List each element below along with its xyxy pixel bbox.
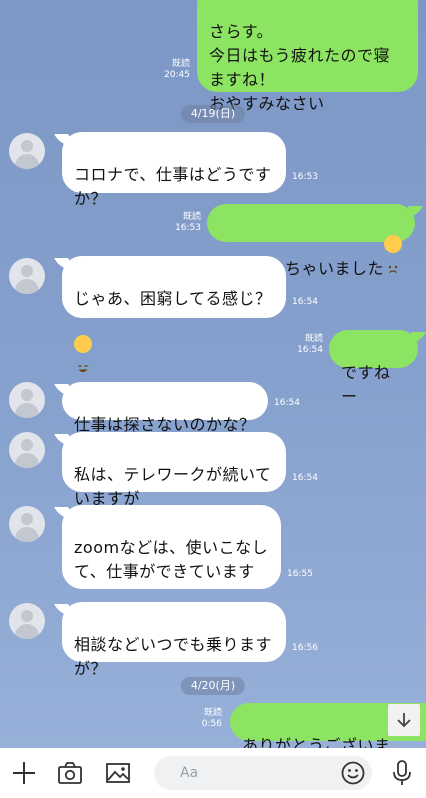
message-meta: 既読 16:53 [175,212,201,234]
message-time: 16:53 [175,223,201,233]
arrow-down-icon [397,713,411,728]
read-receipt: 既読 [203,708,222,718]
message-meta: 既読 20:45 [164,59,190,81]
message-time: 20:45 [164,70,190,80]
message-bubble-outgoing[interactable]: なくなっちゃいました [207,204,415,278]
read-receipt: 既読 [171,59,190,69]
date-separator: 4/19(日) [180,105,246,123]
message-time: 16:55 [287,569,313,579]
message-time: 16:54 [297,345,323,355]
message-bubble-incoming[interactable]: コロナで、仕事はどうですか？ [62,132,286,208]
message-bubble-incoming[interactable]: zoomなどは、使いこなして、仕事ができています [62,505,281,646]
message-bubble-outgoing[interactable]: ですねー [329,330,418,406]
avatar[interactable] [9,432,45,468]
message-bubble-incoming[interactable]: 相談などいつでも乗りますが？ [62,602,286,678]
chat-area[interactable]: 既読 20:45 さらす。 今日はもう疲れたので寝ますね！ おやすみなさい 4/… [0,0,426,748]
message-input[interactable]: Aa [154,756,372,790]
crying-face-icon [384,235,403,274]
message-bubble-incoming[interactable]: 仕事は探さないのかな？ [62,382,268,434]
avatar[interactable] [9,506,45,542]
message-text: 相談などいつでも乗りますが？ [74,635,273,678]
avatar[interactable] [9,603,45,639]
read-receipt: 既読 [304,334,323,344]
plus-icon [13,762,35,784]
message-text: ありがとうございま [242,736,391,748]
avatar[interactable] [9,382,45,418]
message-time: 0:56 [201,719,222,729]
message-time: 16:54 [292,473,318,483]
microphone-button[interactable] [388,760,416,786]
message-time: 16:53 [292,172,318,182]
message-time: 16:54 [274,398,300,408]
message-bubble-incoming[interactable]: じゃあ、困窮してる感じ？ [62,256,286,372]
message-meta: 既読 16:54 [297,334,323,356]
message-time: 16:54 [292,297,318,307]
emoji-button[interactable] [340,760,366,786]
plus-button[interactable] [10,760,38,786]
message-text: さらす。 今日はもう疲れたので寝ますね！ おやすみなさい [209,22,391,113]
sweat-smile-icon [74,335,92,372]
message-text: じゃあ、困窮してる感じ？ [74,289,272,308]
scroll-to-bottom-button[interactable] [388,704,420,736]
message-bubble-incoming[interactable]: 私は、テレワークが続いていますが [62,432,286,508]
input-bar: Aa [0,748,426,798]
message-text: 私は、テレワークが続いていますが [74,465,272,508]
avatar[interactable] [9,258,45,294]
camera-button[interactable] [56,760,84,786]
camera-icon [58,762,82,784]
date-separator: 4/20(月) [180,677,246,695]
message-text: コロナで、仕事はどうですか？ [74,165,272,208]
message-text: zoomなどは、使いこなして、仕事ができています [74,538,269,581]
message-bubble-outgoing[interactable]: さらす。 今日はもう疲れたので寝ますね！ おやすみなさい [197,0,418,113]
microphone-icon [393,760,411,785]
emoji-icon [341,761,365,785]
message-meta: 既読 0:56 [198,708,222,730]
message-time: 16:56 [292,643,318,653]
image-icon [106,763,130,783]
message-input-placeholder: Aa [180,765,199,781]
read-receipt: 既読 [182,212,201,222]
avatar[interactable] [9,133,45,169]
image-button[interactable] [104,760,132,786]
message-text: ですねー [341,363,391,406]
